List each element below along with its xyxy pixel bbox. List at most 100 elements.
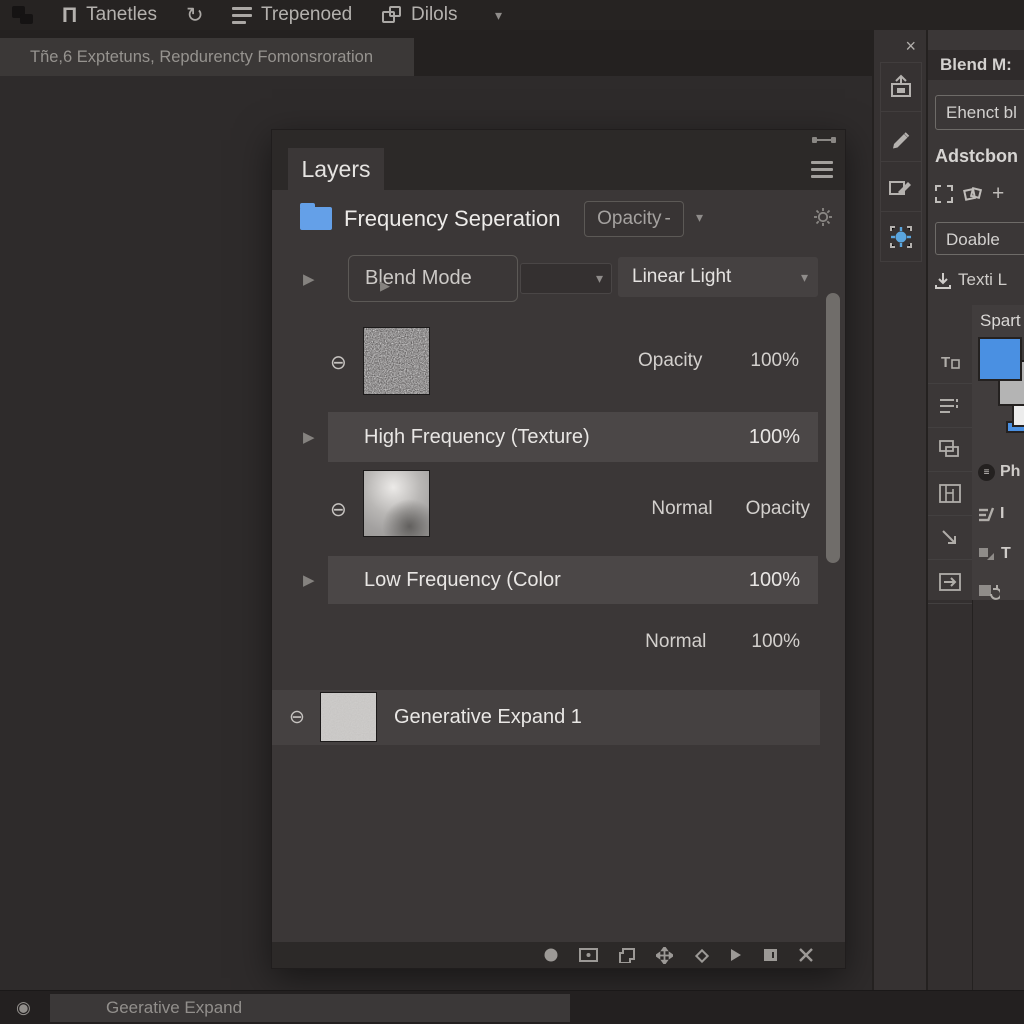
svg-text:T: T bbox=[941, 354, 950, 371]
blend-header: Blend M: bbox=[928, 50, 1024, 80]
steps-icon[interactable] bbox=[12, 0, 34, 30]
document-tab[interactable]: Tñe,6 Exptetuns, Repdurencty Fomonsrorat… bbox=[0, 38, 414, 76]
visibility-off-icon[interactable]: ⊖ bbox=[330, 350, 347, 375]
visibility-off-icon[interactable]: ⊖ bbox=[330, 497, 347, 522]
layer-row-low-frequency[interactable]: ▶ Low Frequency (Color 100% bbox=[272, 556, 845, 604]
generative-tool-button-active[interactable] bbox=[880, 212, 922, 262]
layer-row-highlight[interactable]: Low Frequency (Color 100% bbox=[328, 556, 818, 604]
plus-icon[interactable]: + bbox=[992, 182, 1004, 206]
move-icon[interactable] bbox=[656, 947, 673, 964]
sync-icon: ↻ bbox=[186, 3, 204, 28]
toolbar-item-dilols[interactable]: Dilols bbox=[382, 0, 457, 30]
properties-icon-row: + bbox=[935, 182, 1004, 206]
document-tab-bar: Tñe,6 Exptetuns, Repdurencty Fomonsrorat… bbox=[0, 30, 1024, 76]
shapes-icon[interactable] bbox=[963, 185, 982, 203]
pen-tool-button[interactable] bbox=[880, 112, 922, 162]
text-layers-row[interactable]: Texti L bbox=[935, 270, 1007, 290]
export-tool-button[interactable] bbox=[880, 62, 922, 112]
layer-thumbnail-noise[interactable] bbox=[363, 327, 430, 395]
diamond-icon[interactable] bbox=[694, 948, 709, 963]
layer-opacity-value[interactable]: 100% bbox=[751, 631, 800, 653]
layer-row-generative-expand[interactable]: ⊖ Generative Expand 1 bbox=[272, 690, 820, 745]
play-icon[interactable] bbox=[730, 948, 742, 962]
diagonal-arrow-icon[interactable] bbox=[928, 516, 972, 560]
image-frame-icon[interactable] bbox=[928, 472, 972, 516]
expand-arrow-icon: ▶ bbox=[380, 278, 390, 294]
expand-arrow-icon[interactable]: ▶ bbox=[303, 270, 315, 288]
target-icon: ◉ bbox=[16, 991, 31, 1024]
boxed-arrow-icon[interactable] bbox=[928, 560, 972, 604]
layer-row-highlight[interactable]: High Frequency (Texture) 100% bbox=[328, 412, 818, 462]
toolbar-item-tanetles[interactable]: Π Tanetles bbox=[62, 0, 157, 30]
sort-bars-icon bbox=[978, 507, 995, 522]
group-square-icon[interactable] bbox=[763, 948, 778, 962]
tab-layers[interactable]: Layers bbox=[288, 148, 384, 190]
crop-pen-icon bbox=[888, 175, 914, 199]
layer-blend-label[interactable]: Opacity bbox=[638, 350, 702, 372]
edit-artboard-tool-button[interactable] bbox=[880, 162, 922, 212]
layer-row-high-frequency[interactable]: ▶ High Frequency (Texture) 100% bbox=[272, 412, 845, 462]
panel-collapse-icon[interactable] bbox=[815, 139, 833, 141]
opacity-button[interactable]: Opacity- bbox=[584, 201, 684, 237]
layer-row-blur-thumb[interactable]: ⊖ Normal Opacity bbox=[272, 462, 845, 556]
layer-blend-label[interactable]: Normal bbox=[645, 631, 706, 653]
blend-mode-dropdown[interactable]: Linear Light ▾ bbox=[618, 257, 818, 297]
type-tool-icon[interactable]: T bbox=[928, 340, 972, 384]
close-icon[interactable]: × bbox=[905, 36, 916, 57]
steps-icon-shape bbox=[12, 6, 34, 24]
paragraph-list-icon[interactable] bbox=[928, 384, 972, 428]
layer-group-row[interactable]: Frequency Seperation Opacity- ▾ bbox=[272, 190, 845, 248]
fullscreen-corners-icon[interactable] bbox=[935, 185, 953, 203]
gear-icon[interactable] bbox=[813, 207, 833, 227]
export-icon bbox=[888, 74, 914, 100]
properties-icon-column: T bbox=[928, 340, 972, 604]
color-swatch-blue[interactable] bbox=[978, 337, 1022, 381]
properties-panel: Blend M: Ehenct bl Adstcbon + Doable Tex… bbox=[928, 30, 1024, 600]
toolbar-item-label: Trepenoed bbox=[261, 4, 352, 26]
layer-row-normal[interactable]: Normal 100% bbox=[272, 604, 845, 680]
effect-blend-button[interactable]: Ehenct bl bbox=[935, 95, 1024, 130]
top-toolbar: Π Tanetles ↻ Trepenoed Dilols ▾ bbox=[0, 0, 1024, 30]
expand-arrow-icon[interactable]: ▶ bbox=[303, 428, 315, 446]
blend-mode-button[interactable]: ▶ Blend Mode bbox=[348, 255, 518, 302]
toolbar-item-label: Tanetles bbox=[86, 4, 157, 26]
chevron-down-icon[interactable]: ▾ bbox=[696, 209, 703, 226]
shapes-row[interactable]: T bbox=[978, 545, 1011, 563]
status-message-box: Geerative Expand bbox=[50, 994, 570, 1022]
record-icon[interactable] bbox=[544, 948, 558, 962]
square-refresh-icon bbox=[978, 583, 1000, 600]
layer-thumbnail-blur[interactable] bbox=[363, 470, 430, 537]
layer-opacity-label[interactable]: Opacity bbox=[746, 498, 810, 520]
delete-icon[interactable] bbox=[799, 948, 813, 962]
visibility-off-icon[interactable]: ⊖ bbox=[289, 706, 305, 729]
layers-tab-label: Layers bbox=[301, 156, 370, 183]
opacity-button-label: Opacity bbox=[597, 208, 661, 230]
adjustments-label: Adstcbon bbox=[935, 146, 1018, 167]
blend-empty-dropdown[interactable]: ▾ bbox=[520, 263, 612, 294]
layer-row-texture-thumb[interactable]: ⊖ Opacity 100% bbox=[272, 310, 845, 412]
layer-group-icon[interactable] bbox=[928, 428, 972, 472]
dilols-dropdown-caret[interactable]: ▾ bbox=[495, 0, 502, 30]
layer-opacity-value[interactable]: 100% bbox=[750, 350, 799, 372]
doable-button[interactable]: Doable bbox=[935, 222, 1024, 255]
layer-name: Generative Expand 1 bbox=[394, 690, 582, 745]
history-row[interactable] bbox=[978, 583, 1000, 600]
new-layer-icon[interactable] bbox=[619, 948, 635, 963]
slide-icon[interactable] bbox=[579, 948, 598, 962]
panel-menu-icon[interactable] bbox=[811, 161, 833, 182]
ph-row[interactable]: ≡ Ph bbox=[978, 463, 1020, 481]
sort-row[interactable]: I bbox=[978, 505, 1004, 523]
toolbar-item-trepenoed[interactable]: Trepenoed bbox=[232, 0, 352, 30]
blend-mode-value: Linear Light bbox=[632, 266, 731, 287]
parallelogram-icon bbox=[978, 547, 996, 561]
layer-blend-label[interactable]: Normal bbox=[651, 498, 712, 520]
layer-thumbnail-gray[interactable] bbox=[320, 692, 377, 742]
sync-button[interactable]: ↻ bbox=[186, 0, 204, 30]
layer-name: Low Frequency (Color bbox=[364, 569, 561, 592]
right-panel: Blend M: Ehenct bl Adstcbon + Doable Tex… bbox=[928, 30, 1024, 990]
expand-arrow-icon[interactable]: ▶ bbox=[303, 571, 315, 589]
folder-icon bbox=[300, 207, 332, 230]
sort-row-label: I bbox=[1000, 505, 1004, 523]
scrollbar-thumb[interactable] bbox=[826, 293, 840, 563]
ph-label: Ph bbox=[1000, 463, 1020, 481]
